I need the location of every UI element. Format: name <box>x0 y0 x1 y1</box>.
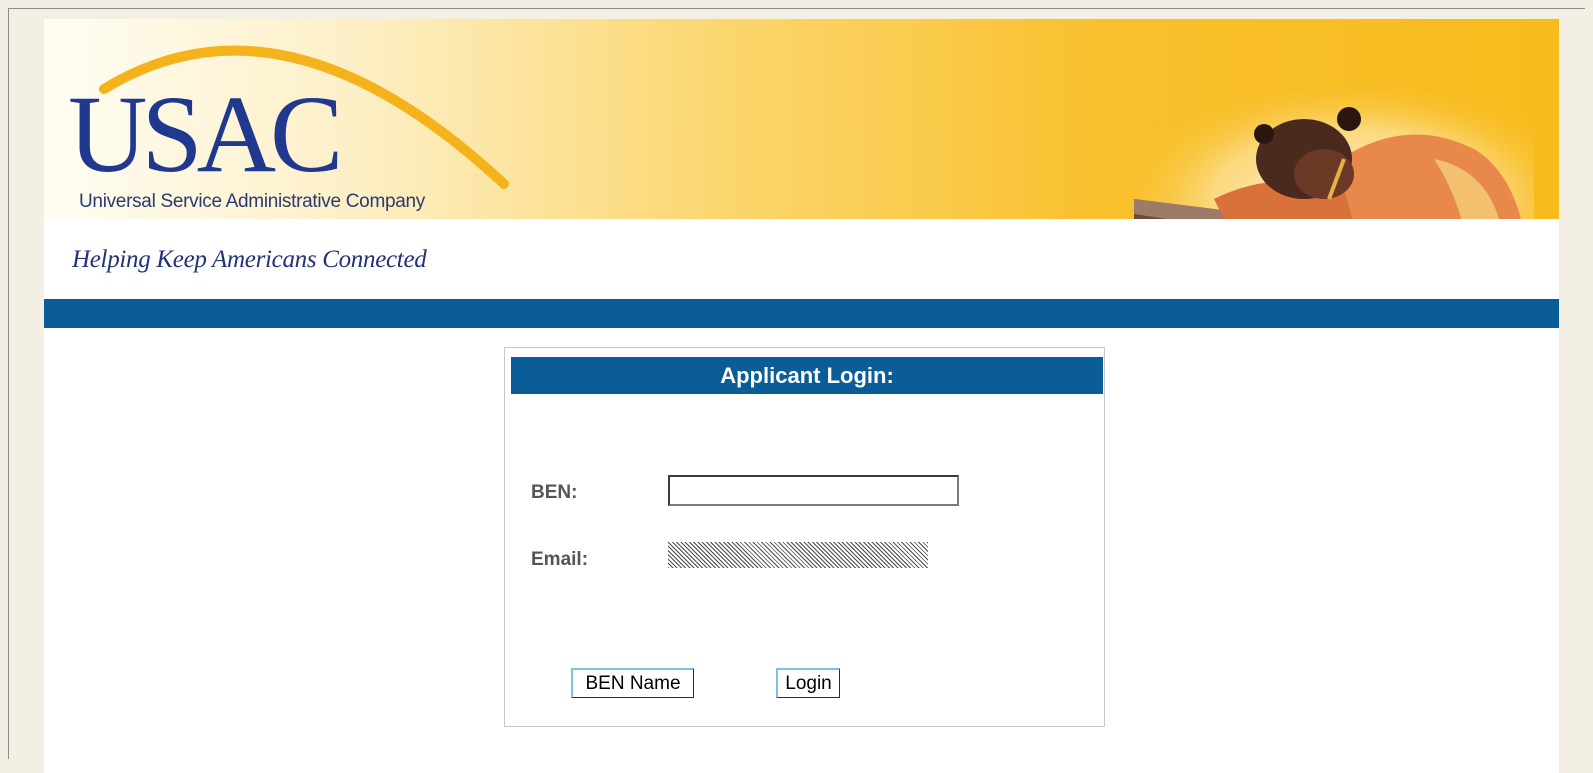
company-name: Universal Service Administrative Company <box>79 191 425 212</box>
login-title: Applicant Login: <box>511 357 1103 394</box>
header-banner: USAC Universal Service Administrative Co… <box>44 19 1559 219</box>
browser-frame: USAC Universal Service Administrative Co… <box>8 8 1585 773</box>
login-button[interactable]: Login <box>776 668 840 698</box>
ben-input[interactable] <box>668 475 959 506</box>
usac-logo: USAC <box>68 73 343 195</box>
email-field-redacted[interactable] <box>668 542 928 568</box>
header-divider-bar <box>44 299 1559 328</box>
ben-label: BEN: <box>531 482 578 503</box>
applicant-login-panel: Applicant Login: BEN: Email: BEN Name Lo… <box>504 347 1105 727</box>
email-label: Email: <box>531 549 589 570</box>
ben-name-button[interactable]: BEN Name <box>571 668 694 698</box>
page-content: USAC Universal Service Administrative Co… <box>44 19 1559 773</box>
tagline: Helping Keep Americans Connected <box>72 246 427 273</box>
student-photo <box>1134 89 1534 219</box>
